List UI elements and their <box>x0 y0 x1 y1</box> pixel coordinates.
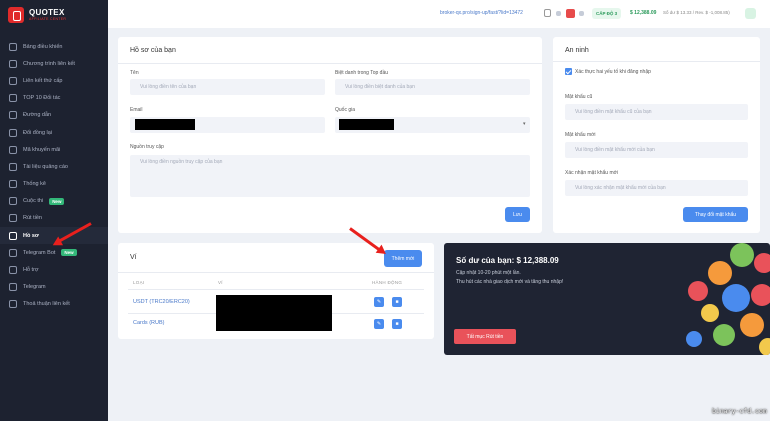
revenue-display: Số dư $ 13.33 / Rev. $ -1,008.85) <box>663 10 730 15</box>
telegram-icon <box>9 283 17 292</box>
promo-attract-text: Thu hút các nhà giao dịch mới và tăng th… <box>456 279 564 285</box>
traffic-source-textarea[interactable]: Vui lòng điền nguồn truy cập của bạn <box>130 155 530 197</box>
twofa-label: Xác thực hai yếu tố khi đăng nhập <box>575 69 651 75</box>
trash-icon[interactable]: ■ <box>392 297 402 307</box>
security-title: An ninh <box>565 47 589 54</box>
brand-subtitle: AFFILIATE CENTER <box>29 16 67 21</box>
refresh-button[interactable] <box>745 8 756 19</box>
watermark: binary-cfd.com <box>712 407 767 415</box>
support-icon <box>9 266 17 275</box>
contest-icon <box>9 197 17 206</box>
sidebar-item-support[interactable]: Hỗ trợ <box>0 261 108 278</box>
email-label: Email <box>130 107 143 113</box>
divider <box>118 63 542 64</box>
sidebar-item-top10[interactable]: TOP 10 Đối tác <box>0 90 108 107</box>
promo-balance-title: Số dư của bạn: $ 12,388.09 <box>456 256 559 265</box>
top-bar: broker-qx.pro/sign-up/fast/?lid=13472 CẤ… <box>108 0 770 28</box>
edit-icon[interactable]: ✎ <box>374 297 384 307</box>
column-header-type: LOẠI <box>133 280 145 285</box>
agreement-icon <box>9 300 17 309</box>
new-password-input[interactable]: Vui lòng điền mật khẩu mới của bạn <box>565 142 748 158</box>
program-icon <box>9 59 17 68</box>
old-password-label: Mật khẩu cũ <box>565 94 593 100</box>
profile-card: Hồ sơ của bạn Tên Vui lòng điền tên của … <box>118 37 542 233</box>
column-header-wallet: VÍ <box>218 280 223 285</box>
redacted-country <box>339 119 394 130</box>
document-icon <box>9 162 17 171</box>
sidebar-item-statistics[interactable]: Thống kê <box>0 176 108 193</box>
sidebar-item-promo-materials[interactable]: Tài liệu quảng cáo <box>0 158 108 175</box>
brand-name: QUOTEX <box>29 7 65 17</box>
dashboard-icon <box>9 42 17 51</box>
sidebar-item-agreement[interactable]: Thoả thuận liên kết <box>0 296 108 313</box>
sidebar-item-exchange[interactable]: Đổi đồng lại <box>0 124 108 141</box>
old-password-input[interactable]: Vui lòng điền mật khẩu cũ của bạn <box>565 104 748 120</box>
divider <box>553 61 760 62</box>
sidebar-item-telegram[interactable]: Telegram <box>0 279 108 296</box>
wallet-card: Ví Thêm mới LOẠI VÍ HÀNH ĐỘNG USDT (TRC2… <box>118 243 434 339</box>
promo-icon <box>9 145 17 154</box>
redacted-wallet-addresses <box>216 295 332 331</box>
decorative-shapes-icon <box>686 243 770 355</box>
wallet-type-cards: Cards (RUB) <box>133 320 165 326</box>
new-badge: New <box>49 197 65 205</box>
sidebar-nav: Bảng điều khiển Chương trình liên kết Li… <box>0 38 108 313</box>
traffic-source-label: Nguồn truy cập <box>130 144 164 150</box>
nickname-label: Biệt danh trong Top đầu <box>335 70 389 76</box>
wallet-title: Ví <box>130 254 137 261</box>
country-label: Quốc gia <box>335 107 356 113</box>
name-input[interactable]: Vui lòng điền tên của bạn <box>130 79 325 95</box>
divider <box>128 289 424 290</box>
redacted-email <box>135 119 195 130</box>
path-icon <box>9 111 17 120</box>
wallet-type-usdt: USDT (TRC20/ERC20) <box>133 299 190 305</box>
save-button[interactable]: Lưu <box>505 207 530 222</box>
confirm-password-input[interactable]: Vui lòng xác nhận mật khẩu mới của bạn <box>565 180 748 196</box>
balance-promo-card: Số dư của bạn: $ 12,388.09 Cập nhật 10-2… <box>444 243 770 355</box>
edit-icon[interactable]: ✎ <box>374 319 384 329</box>
chart-icon <box>9 94 17 103</box>
sidebar-item-dashboard[interactable]: Bảng điều khiển <box>0 38 108 55</box>
nickname-input[interactable]: Vui lòng điền biệt danh của bạn <box>335 79 530 95</box>
new-badge: New <box>61 249 77 257</box>
sidebar-item-promo-codes[interactable]: Mã khuyến mãi <box>0 141 108 158</box>
level-badge: CẤP ĐỘ 3 <box>592 8 622 19</box>
twofa-checkbox[interactable] <box>565 68 572 75</box>
sidebar-item-contests[interactable]: Cuộc thi New <box>0 193 108 210</box>
divider <box>118 272 434 273</box>
telegram-bot-icon <box>9 248 17 257</box>
exchange-icon <box>9 128 17 137</box>
flag-icon[interactable] <box>566 9 575 18</box>
profile-title: Hồ sơ của bạn <box>130 47 176 54</box>
copy-icon[interactable] <box>544 9 551 17</box>
separator-icon <box>579 11 584 16</box>
separator-icon <box>556 11 561 16</box>
sidebar-item-sub-affiliate[interactable]: Liên kết thứ cấp <box>0 72 108 89</box>
quotex-logo-icon <box>8 7 24 23</box>
stats-icon <box>9 180 17 189</box>
referral-link[interactable]: broker-qx.pro/sign-up/fast/?lid=13472 <box>440 10 523 16</box>
link-icon <box>9 76 17 85</box>
change-password-button[interactable]: Thay đổi mật khẩu <box>683 207 748 222</box>
brand-logo[interactable]: QUOTEX AFFILIATE CENTER <box>8 5 66 25</box>
sidebar: QUOTEX AFFILIATE CENTER Bảng điều khiển … <box>0 0 108 421</box>
sidebar-item-affiliate-program[interactable]: Chương trình liên kết <box>0 55 108 72</box>
sidebar-item-links[interactable]: Đường dẫn <box>0 107 108 124</box>
chevron-down-icon: ▾ <box>523 121 526 127</box>
withdraw-button[interactable]: Tất mục Rút tiền <box>454 329 516 344</box>
balance-display: $ 12,388.09 <box>630 10 657 16</box>
security-card: An ninh Xác thực hai yếu tố khi đăng nhậ… <box>553 37 760 233</box>
new-password-label: Mật khẩu mới <box>565 132 596 138</box>
promo-update-text: Cập nhật 10-20 phút một lần. <box>456 270 521 276</box>
withdraw-icon <box>9 214 17 223</box>
profile-icon <box>9 231 17 240</box>
trash-icon[interactable]: ■ <box>392 319 402 329</box>
confirm-password-label: Xác nhận mật khẩu mới <box>565 170 619 176</box>
column-header-action: HÀNH ĐỘNG <box>372 280 403 285</box>
add-wallet-button[interactable]: Thêm mới <box>384 250 422 267</box>
name-label: Tên <box>130 70 139 76</box>
